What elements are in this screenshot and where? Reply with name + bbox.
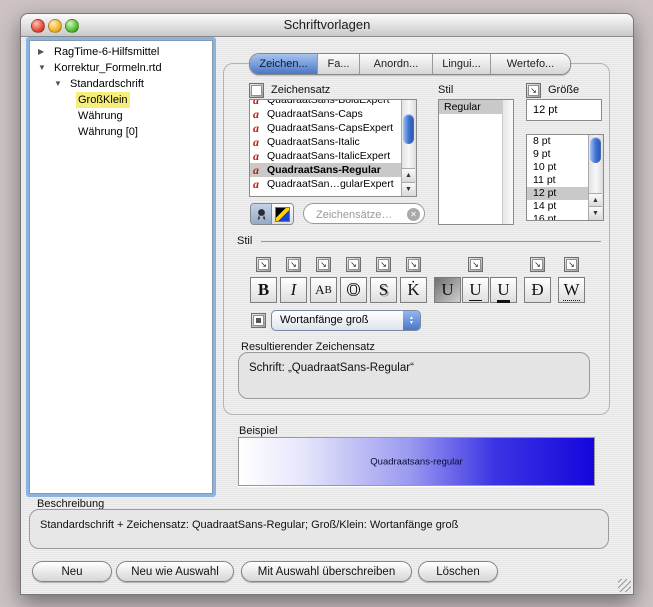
strike-toggle[interactable]: ↘ <box>530 257 545 272</box>
zeichensatz-toggle[interactable] <box>249 83 264 98</box>
font-view-segmented-control <box>250 203 294 225</box>
word-underline-toggle[interactable]: ↘ <box>564 257 579 272</box>
kerning-button[interactable]: K̇ <box>400 277 427 303</box>
groesse-toggle[interactable]: ↘ <box>526 83 541 98</box>
outline-button[interactable]: O <box>340 277 367 303</box>
outline-toggle[interactable]: ↘ <box>346 257 361 272</box>
scroll-down-button[interactable]: ▼ <box>589 206 602 220</box>
titlebar[interactable]: Schriftvorlagen <box>21 14 633 37</box>
result-box: Schrift: „QuadraatSans-Regular“ <box>238 352 590 399</box>
underline-single-button[interactable]: U <box>462 277 489 303</box>
tree-item-waehrung[interactable]: Währung <box>30 108 212 124</box>
neu-wie-auswahl-button[interactable]: Neu wie Auswahl <box>116 561 234 582</box>
scroll-up-button[interactable]: ▲ <box>402 168 415 182</box>
stil-section-label: Stil <box>237 235 252 247</box>
loeschen-button[interactable]: Löschen <box>418 561 498 582</box>
tab-zeichen[interactable]: Zeichen... <box>250 54 318 74</box>
font-list-item[interactable]: aQuadraatSans-ItalicExpert <box>250 149 416 163</box>
underline-toggle[interactable]: ↘ <box>468 257 483 272</box>
tree-item-ragtime-hilfsmittel[interactable]: ▶ RagTime-6-Hilfsmittel <box>30 44 212 60</box>
font-glyph-icon: a <box>253 149 259 163</box>
stil-list-scrollbar[interactable] <box>502 100 513 224</box>
font-list-item[interactable]: aQuadraatSans-Caps <box>250 107 416 121</box>
tree-item-korrektur-formeln[interactable]: ▼ Korrektur_Formeln.rtd <box>30 60 212 76</box>
beschreibung-box: Standardschrift + Zeichensatz: QuadraatS… <box>29 509 609 549</box>
zeichensatz-label: Zeichensatz <box>271 84 330 96</box>
stil-list[interactable]: Regular <box>438 99 514 225</box>
window-title: Schriftvorlagen <box>21 17 633 32</box>
shadow-toggle[interactable]: ↘ <box>376 257 391 272</box>
size-list[interactable]: 8 pt 9 pt 10 pt 11 pt 12 pt 14 pt 16 pt … <box>526 134 604 221</box>
scrollbar-thumb[interactable] <box>590 137 601 163</box>
mit-auswahl-ueberschreiben-button[interactable]: Mit Auswahl überschreiben <box>241 561 412 582</box>
tree-item-grossklein-selected[interactable]: GroßKlein <box>30 92 212 108</box>
tab-farbe[interactable]: Fa... <box>318 54 360 74</box>
word-underline-button[interactable]: W <box>558 277 585 303</box>
disclosure-triangle-icon[interactable]: ▼ <box>54 76 62 92</box>
style-tree[interactable]: ▶ RagTime-6-Hilfsmittel ▼ Korrektur_Form… <box>29 40 213 494</box>
groesse-label: Größe <box>548 84 579 96</box>
underline-double-button[interactable]: U <box>490 277 517 303</box>
tab-werteformat[interactable]: Wertefo... <box>491 54 570 74</box>
font-search-field: ✕ <box>303 203 425 224</box>
result-text: Schrift: „QuadraatSans-Regular“ <box>249 362 414 374</box>
font-glyph-icon: a <box>253 163 259 177</box>
beschreibung-text: Standardschrift + Zeichensatz: QuadraatS… <box>40 519 458 531</box>
font-list-item[interactable]: aQuadraatSans-CapsExpert <box>250 121 416 135</box>
case-popup[interactable]: Wortanfänge groß ▲▼ <box>271 310 421 331</box>
schriftvorlagen-window: Schriftvorlagen ▶ RagTime-6-Hilfsmittel … <box>20 13 634 595</box>
beispiel-label: Beispiel <box>239 425 278 437</box>
tree-item-waehrung-0[interactable]: Währung [0] <box>30 124 212 140</box>
font-glyph-icon: a <box>253 177 259 191</box>
font-badge-icon <box>255 208 268 221</box>
disclosure-triangle-icon[interactable]: ▶ <box>38 44 44 60</box>
font-glyph-icon: a <box>253 99 259 107</box>
case-toggle[interactable] <box>251 313 266 328</box>
underline-plain-button[interactable]: U <box>434 277 461 303</box>
font-glyph-icon: a <box>253 135 259 149</box>
font-list-item-selected[interactable]: aQuadraatSans-Regular <box>250 163 416 177</box>
color-sample-icon <box>275 207 290 222</box>
smallcaps-toggle[interactable]: ↘ <box>316 257 331 272</box>
scrollbar-thumb[interactable] <box>403 114 414 144</box>
bold-toggle[interactable]: ↘ <box>256 257 271 272</box>
scroll-down-button[interactable]: ▼ <box>402 182 415 196</box>
stil-section-divider <box>261 241 601 242</box>
font-list-scrollbar[interactable]: ▲ ▼ <box>401 100 416 196</box>
sample-preview: Quadraatsans-regular <box>238 437 595 486</box>
font-glyph-icon: a <box>253 107 259 121</box>
popup-arrows-icon: ▲▼ <box>403 311 420 330</box>
tab-linguistik[interactable]: Lingui... <box>433 54 491 74</box>
strikethrough-button[interactable]: Đ <box>524 277 551 303</box>
tab-anordnung[interactable]: Anordn... <box>360 54 433 74</box>
shadow-button[interactable]: S <box>370 277 397 303</box>
search-input[interactable] <box>314 206 406 223</box>
font-list-item[interactable]: aQuadraatSan…gularExpert <box>250 177 416 191</box>
tree-item-standardschrift[interactable]: ▼ Standardschrift <box>30 76 212 92</box>
size-field <box>526 99 602 121</box>
disclosure-triangle-icon[interactable]: ▼ <box>38 60 46 76</box>
tab-bar: Zeichen... Fa... Anordn... Lingui... Wer… <box>249 53 571 75</box>
window-content: ▶ RagTime-6-Hilfsmittel ▼ Korrektur_Form… <box>21 36 633 594</box>
italic-toggle[interactable]: ↘ <box>286 257 301 272</box>
size-list-scrollbar[interactable]: ▲ ▼ <box>588 135 603 220</box>
neu-button[interactable]: Neu <box>32 561 112 582</box>
scroll-up-button[interactable]: ▲ <box>589 193 602 207</box>
smallcaps-button[interactable]: AB <box>310 277 337 303</box>
italic-button[interactable]: I <box>280 277 307 303</box>
font-list-item[interactable]: aQuadraatSans-BoldExpert <box>250 99 416 107</box>
case-popup-value: Wortanfänge groß <box>280 314 368 326</box>
font-badge-segment[interactable] <box>251 204 272 224</box>
font-glyph-icon: a <box>253 121 259 135</box>
clear-search-icon[interactable]: ✕ <box>407 208 420 221</box>
stil-list-label: Stil <box>438 84 453 96</box>
size-input[interactable] <box>527 100 601 120</box>
color-sample-segment[interactable] <box>272 204 293 224</box>
sample-text: Quadraatsans-regular <box>239 456 594 467</box>
font-list-item[interactable]: aQuadraatSans-Italic <box>250 135 416 149</box>
font-list[interactable]: aQuadraatSans-BoldExpert aQuadraatSans-C… <box>249 99 417 197</box>
bold-button[interactable]: B <box>250 277 277 303</box>
resize-grip[interactable] <box>618 579 631 592</box>
kerning-toggle[interactable]: ↘ <box>406 257 421 272</box>
